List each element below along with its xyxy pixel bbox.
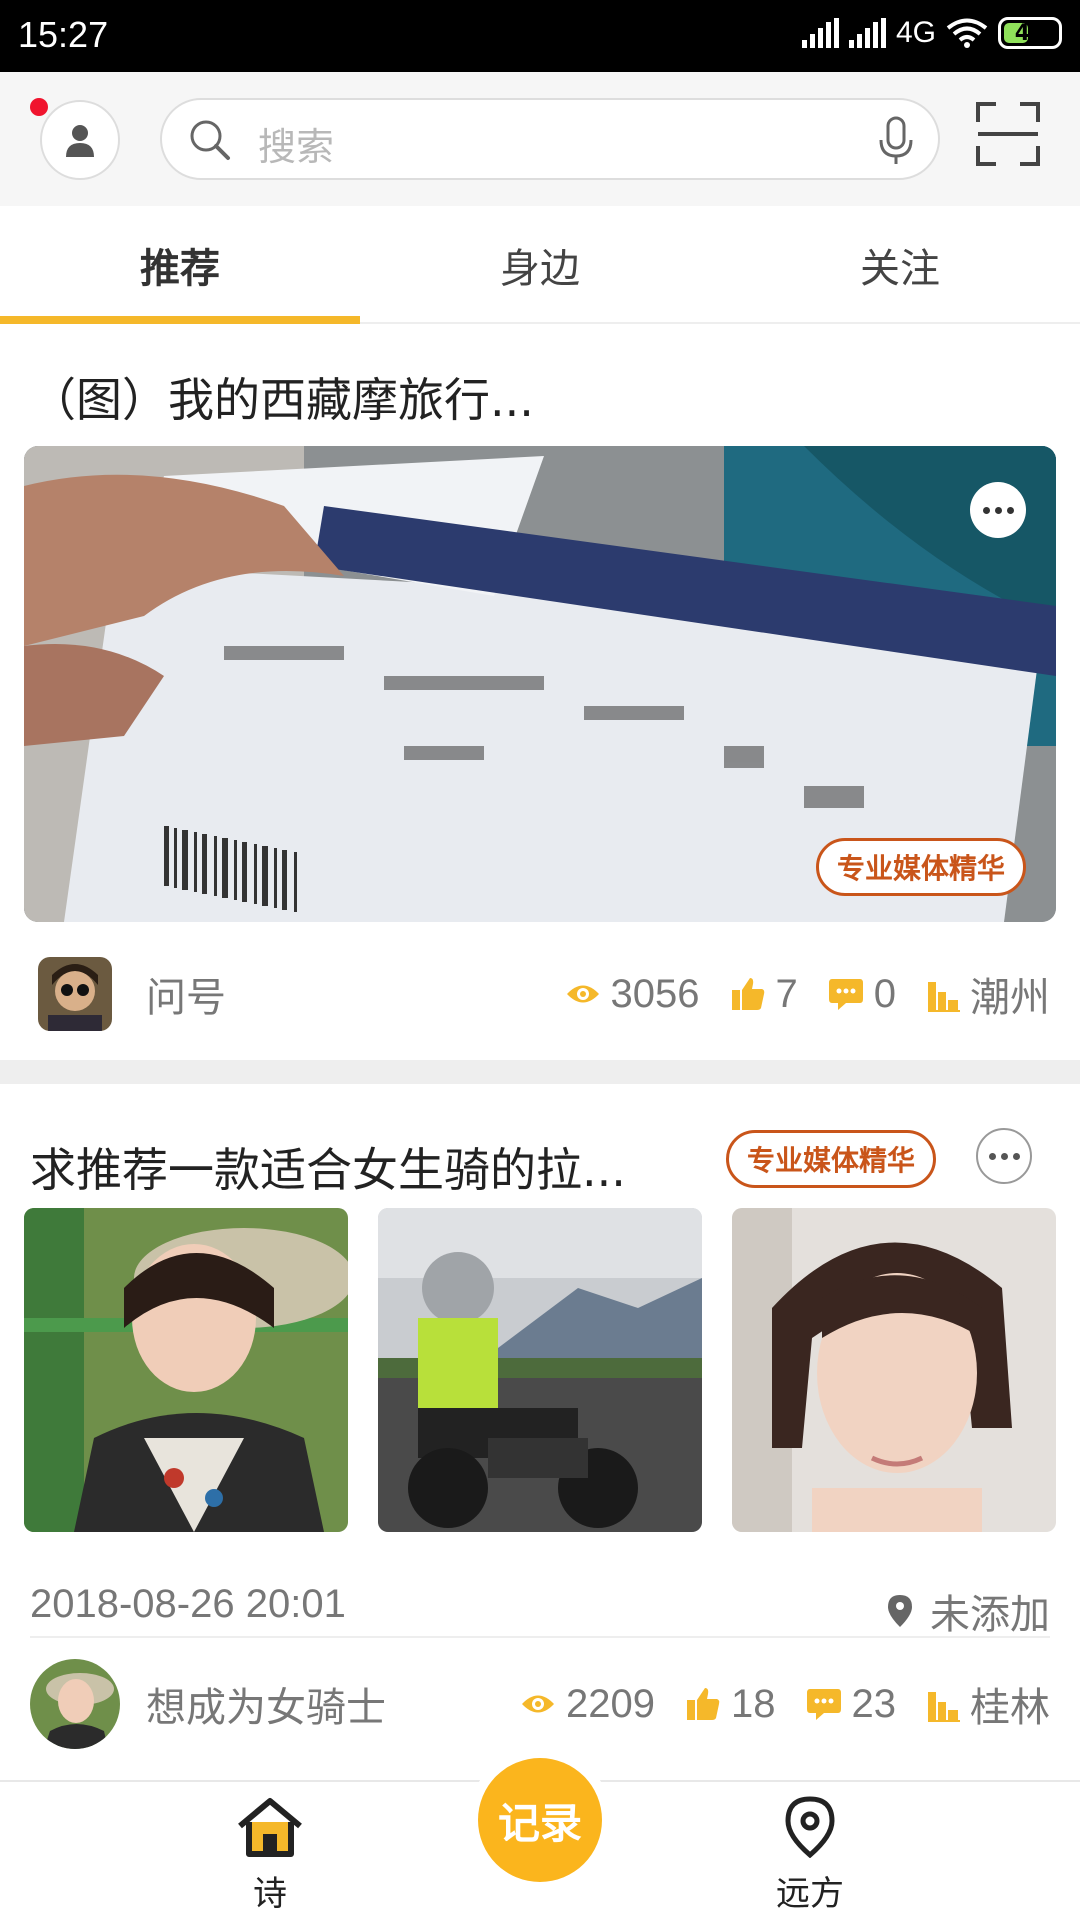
tab-following[interactable]: 关注 <box>720 236 1080 294</box>
feed-tabs: 推荐 身边 关注 <box>0 206 1080 324</box>
like-count-value: 18 <box>731 1681 776 1726</box>
nav-home-label: 诗 <box>253 1874 287 1914</box>
author-avatar[interactable] <box>38 957 112 1031</box>
post-location: 未添加 <box>888 1582 1050 1640</box>
author-avatar[interactable] <box>30 1659 120 1749</box>
status-icons: 4G 47 <box>801 16 1062 50</box>
signal-icon <box>848 18 886 48</box>
location-pin-icon <box>785 1796 835 1859</box>
home-icon <box>238 1798 302 1857</box>
post-city-value: 桂林 <box>970 1686 1050 1730</box>
eye-icon <box>522 1695 555 1713</box>
nav-distance[interactable]: 远方 <box>740 1796 880 1915</box>
person-icon <box>66 125 94 157</box>
top-bar: 搜索 <box>0 72 1080 206</box>
post-meta: 想成为女骑士 2209 18 23 桂林 <box>0 1659 1080 1749</box>
battery-level: 47 <box>1014 20 1046 46</box>
section-divider <box>0 1060 1080 1084</box>
avatar-image <box>38 957 112 1031</box>
featured-badge: 专业媒体精华 <box>726 1130 937 1188</box>
divider <box>30 1636 1050 1638</box>
microphone-icon[interactable] <box>876 114 916 166</box>
scan-icon[interactable] <box>976 102 1040 166</box>
post-card[interactable]: （图）我的西藏摩旅行... 专业媒体精华 问号 3056 7 0 潮州 <box>0 324 1080 1060</box>
post-thumbnail[interactable] <box>732 1208 1056 1532</box>
comment-count[interactable]: 0 <box>828 972 896 1017</box>
like-count[interactable]: 18 <box>685 1682 776 1727</box>
motorcycle-photo <box>378 1208 702 1532</box>
view-count: 2209 <box>520 1682 655 1727</box>
thumbs-up-icon <box>687 1688 720 1720</box>
nav-home[interactable]: 诗 <box>200 1796 340 1915</box>
post-thumbnail[interactable] <box>24 1208 348 1532</box>
post-date: 2018-08-26 20:01 <box>30 1582 346 1626</box>
profile-button[interactable] <box>40 100 120 180</box>
post-location-value: 未添加 <box>930 1592 1050 1638</box>
search-icon <box>190 120 230 160</box>
featured-badge: 专业媒体精华 <box>815 838 1026 896</box>
tab-recommended[interactable]: 推荐 <box>0 236 360 294</box>
wifi-icon <box>946 18 988 48</box>
building-icon <box>928 1692 960 1722</box>
search-input[interactable]: 搜索 <box>160 98 940 180</box>
more-options-button[interactable] <box>970 482 1026 538</box>
selfie-photo <box>24 1208 348 1532</box>
comment-count[interactable]: 23 <box>806 1681 897 1727</box>
like-count[interactable]: 7 <box>730 972 798 1017</box>
nav-distance-label: 远方 <box>776 1874 844 1914</box>
portrait-photo <box>732 1208 1056 1532</box>
post-city: 潮州 <box>926 965 1050 1023</box>
signal-icon <box>801 18 839 48</box>
author-name[interactable]: 想成为女骑士 <box>146 1675 386 1733</box>
comment-icon <box>828 979 863 1010</box>
post-city: 桂林 <box>926 1675 1050 1733</box>
thumbs-up-icon <box>731 978 764 1010</box>
comment-icon <box>806 1689 841 1720</box>
status-bar: 15:27 4G 47 <box>0 0 1080 72</box>
like-count-value: 7 <box>775 971 798 1016</box>
network-type: 4G <box>895 16 936 49</box>
eye-icon <box>566 985 599 1003</box>
tab-indicator <box>0 316 360 324</box>
post-city-value: 潮州 <box>970 976 1050 1020</box>
post-title[interactable]: 求推荐一款适合女生骑的拉... <box>30 1134 626 1200</box>
more-options-button[interactable] <box>976 1128 1032 1184</box>
view-count: 3056 <box>565 972 700 1017</box>
view-count-value: 2209 <box>566 1681 655 1726</box>
tab-nearby[interactable]: 身边 <box>360 236 720 294</box>
location-pin-icon <box>888 1595 912 1627</box>
status-time: 15:27 <box>18 14 109 55</box>
building-icon <box>928 982 960 1012</box>
post-title[interactable]: （图）我的西藏摩旅行... <box>30 364 534 430</box>
post-thumbnail[interactable] <box>378 1208 702 1532</box>
avatar-image <box>30 1659 120 1749</box>
record-button[interactable]: 记录 <box>478 1758 602 1882</box>
author-name[interactable]: 问号 <box>146 965 226 1023</box>
comment-count-value: 0 <box>873 971 896 1016</box>
post-card[interactable]: 求推荐一款适合女生骑的拉... 专业媒体精华 2018-08-26 20:01 … <box>0 1084 1080 1784</box>
post-image[interactable]: 专业媒体精华 <box>24 446 1056 922</box>
view-count-value: 3056 <box>610 971 700 1016</box>
post-meta: 问号 3056 7 0 潮州 <box>0 954 1080 1034</box>
comment-count-value: 23 <box>851 1681 897 1726</box>
notification-dot <box>30 98 48 116</box>
search-placeholder: 搜索 <box>258 125 335 169</box>
battery-icon: 47 <box>998 17 1062 49</box>
